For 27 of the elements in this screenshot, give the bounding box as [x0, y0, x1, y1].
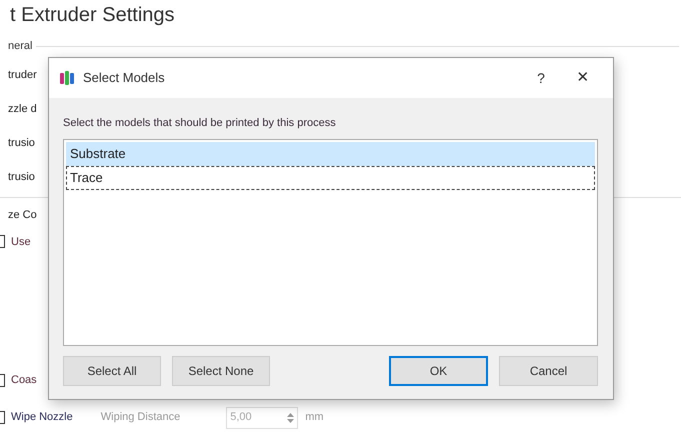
dialog-button[interactable]: Select None: [172, 356, 270, 386]
spin-arrows-icon: [287, 412, 294, 424]
list-item[interactable]: Trace: [66, 166, 595, 190]
dialog-title: Select Models: [83, 69, 165, 88]
checkbox[interactable]: [0, 374, 5, 387]
field-label: zzle d: [8, 102, 37, 116]
app-logo-icon: [59, 70, 75, 86]
checkbox[interactable]: [0, 235, 5, 248]
dialog-button[interactable]: Select All: [63, 356, 161, 386]
dialog-button[interactable]: Cancel: [499, 356, 598, 386]
field-label: truder: [8, 68, 37, 82]
checkbox[interactable]: [0, 411, 5, 424]
checkbox-label: Coas: [11, 373, 37, 388]
list-item[interactable]: Substrate: [66, 142, 595, 166]
field-label: trusio: [8, 136, 35, 150]
dialog-button[interactable]: OK: [389, 356, 488, 386]
instruction-text: Select the models that should be printed by this process: [63, 116, 337, 130]
group-label: ze Co: [8, 208, 37, 222]
setting-label: Wiping Distance: [100, 410, 180, 426]
help-button[interactable]: ?: [521, 68, 561, 88]
unit-label: mm: [305, 410, 324, 426]
field-label: trusio: [8, 170, 35, 184]
close-button[interactable]: ✕: [561, 66, 605, 90]
checkbox-label: Use: [11, 234, 31, 250]
group-label: neral: [8, 39, 32, 54]
page-title: t Extruder Settings: [10, 3, 175, 28]
checkbox-label: Wipe Nozzle: [11, 410, 73, 426]
